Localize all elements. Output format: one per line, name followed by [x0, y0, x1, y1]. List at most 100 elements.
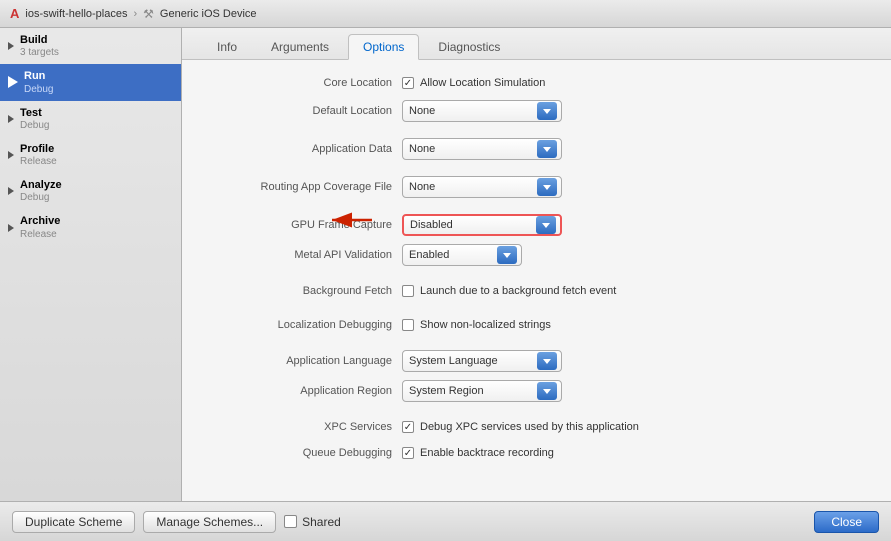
default-location-value: None — [409, 105, 537, 117]
default-location-label: Default Location — [202, 105, 402, 117]
sidebar-item-test-label: Test — [20, 106, 49, 120]
settings-panel: Core Location Allow Location Simulation … — [182, 60, 891, 501]
duplicate-scheme-button[interactable]: Duplicate Scheme — [12, 511, 135, 533]
localization-row: Localization Debugging Show non-localize… — [182, 312, 891, 338]
bottom-bar: Duplicate Scheme Manage Schemes... Share… — [0, 501, 891, 541]
sidebar-item-run-sublabel: Debug — [24, 84, 53, 96]
app-language-dropdown[interactable]: System Language — [402, 350, 562, 372]
dropdown-arrow-icon4 — [536, 216, 556, 234]
allow-location-checkbox[interactable] — [402, 77, 414, 89]
metal-row: Metal API Validation Enabled — [182, 240, 891, 270]
allow-location-text: Allow Location Simulation — [420, 77, 545, 89]
sidebar-item-analyze[interactable]: Analyze Debug — [0, 173, 181, 209]
background-fetch-checkbox[interactable] — [402, 285, 414, 297]
app-language-row: Application Language System Language — [182, 346, 891, 376]
sidebar-item-run-label: Run — [24, 69, 53, 83]
sidebar-item-build-sublabel: 3 targets — [20, 47, 59, 59]
main-layout: Build 3 targets Run Debug Test Debug Pro… — [0, 28, 891, 501]
gpu-frame-dropdown[interactable]: Disabled — [402, 214, 562, 236]
sidebar-item-archive-label: Archive — [20, 214, 60, 228]
dropdown-arrow-icon3 — [537, 178, 557, 196]
tab-info[interactable]: Info — [202, 34, 252, 59]
background-fetch-label: Background Fetch — [202, 285, 402, 297]
device-name: Generic iOS Device — [160, 8, 257, 20]
content-wrapper: Info Arguments Options Diagnostics Core … — [182, 28, 891, 501]
dropdown-arrow-icon5 — [497, 246, 517, 264]
sidebar-item-test-sublabel: Debug — [20, 120, 49, 132]
xpc-text: Debug XPC services used by this applicat… — [420, 421, 639, 433]
gpu-frame-row: GPU Frame Capture Disabled — [182, 210, 891, 240]
application-data-row: Application Data None — [182, 134, 891, 164]
app-region-dropdown[interactable]: System Region — [402, 380, 562, 402]
queue-debug-checkbox[interactable] — [402, 447, 414, 459]
core-location-control: Allow Location Simulation — [402, 77, 545, 89]
routing-dropdown[interactable]: None — [402, 176, 562, 198]
shared-area: Shared — [284, 515, 341, 529]
tabs-bar: Info Arguments Options Diagnostics — [182, 28, 891, 60]
shared-checkbox[interactable] — [284, 515, 297, 528]
dropdown-arrow-icon2 — [537, 140, 557, 158]
close-button[interactable]: Close — [814, 511, 879, 533]
sidebar-item-profile-sublabel: Release — [20, 156, 57, 168]
default-location-row: Default Location None — [182, 96, 891, 126]
core-location-row: Core Location Allow Location Simulation — [182, 70, 891, 96]
metal-dropdown[interactable]: Enabled — [402, 244, 522, 266]
routing-label: Routing App Coverage File — [202, 181, 402, 193]
app-language-label: Application Language — [202, 355, 402, 367]
queue-debug-label: Queue Debugging — [202, 447, 402, 459]
sidebar-item-profile-label: Profile — [20, 142, 57, 156]
content-area: Info Arguments Options Diagnostics Core … — [182, 28, 891, 501]
sidebar-item-profile[interactable]: Profile Release — [0, 137, 181, 173]
queue-debug-text: Enable backtrace recording — [420, 447, 554, 459]
routing-row: Routing App Coverage File None — [182, 172, 891, 202]
tab-arguments[interactable]: Arguments — [256, 34, 344, 59]
app-language-value: System Language — [409, 355, 537, 367]
play-icon — [8, 76, 18, 88]
app-region-label: Application Region — [202, 385, 402, 397]
sidebar-item-analyze-label: Analyze — [20, 178, 62, 192]
app-region-row: Application Region System Region — [182, 376, 891, 406]
tab-diagnostics[interactable]: Diagnostics — [423, 34, 515, 59]
background-fetch-text: Launch due to a background fetch event — [420, 285, 616, 297]
application-data-value: None — [409, 143, 537, 155]
device-icon: ⚒ — [143, 7, 154, 21]
default-location-dropdown[interactable]: None — [402, 100, 562, 122]
dropdown-arrow-icon6 — [537, 352, 557, 370]
gpu-frame-label: GPU Frame Capture — [202, 219, 402, 231]
dropdown-arrow-icon7 — [537, 382, 557, 400]
sidebar-item-archive-sublabel: Release — [20, 229, 60, 241]
manage-schemes-button[interactable]: Manage Schemes... — [143, 511, 276, 533]
sidebar-item-analyze-sublabel: Debug — [20, 192, 62, 204]
project-name: ios-swift-hello-places — [25, 8, 127, 20]
xcode-icon: A — [10, 6, 19, 21]
metal-label: Metal API Validation — [202, 249, 402, 261]
sidebar: Build 3 targets Run Debug Test Debug Pro… — [0, 28, 182, 501]
queue-debug-row: Queue Debugging Enable backtrace recordi… — [182, 440, 891, 466]
collapse-icon-test — [8, 115, 14, 123]
xpc-row: XPC Services Debug XPC services used by … — [182, 414, 891, 440]
sidebar-item-build-label: Build — [20, 33, 59, 47]
sidebar-item-build[interactable]: Build 3 targets — [0, 28, 181, 64]
sidebar-item-archive[interactable]: Archive Release — [0, 209, 181, 245]
application-data-dropdown[interactable]: None — [402, 138, 562, 160]
title-bar: A ios-swift-hello-places › ⚒ Generic iOS… — [0, 0, 891, 28]
dropdown-arrow-icon — [537, 102, 557, 120]
application-data-label: Application Data — [202, 143, 402, 155]
app-region-value: System Region — [409, 385, 537, 397]
background-fetch-row: Background Fetch Launch due to a backgro… — [182, 278, 891, 304]
shared-label: Shared — [302, 515, 341, 529]
localization-checkbox[interactable] — [402, 319, 414, 331]
sidebar-item-test[interactable]: Test Debug — [0, 101, 181, 137]
collapse-icon-archive — [8, 224, 14, 232]
routing-value: None — [409, 181, 537, 193]
gpu-frame-value: Disabled — [410, 219, 536, 231]
sidebar-item-run[interactable]: Run Debug — [0, 64, 181, 100]
xpc-checkbox[interactable] — [402, 421, 414, 433]
collapse-icon-analyze — [8, 187, 14, 195]
tab-options[interactable]: Options — [348, 34, 419, 60]
collapse-icon — [8, 42, 14, 50]
core-location-label: Core Location — [202, 77, 402, 89]
localization-label: Localization Debugging — [202, 319, 402, 331]
xpc-label: XPC Services — [202, 421, 402, 433]
collapse-icon-profile — [8, 151, 14, 159]
